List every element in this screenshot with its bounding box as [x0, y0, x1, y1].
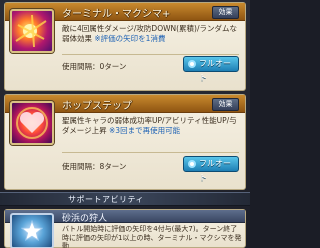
burst-icon	[15, 14, 47, 48]
skill-2-full-auto-button[interactable]: フルオート	[183, 156, 239, 182]
skill-2-icon	[10, 101, 54, 145]
heart-burst-icon	[16, 107, 48, 139]
skill-2-name: ホップステップ	[62, 101, 132, 112]
support-ability-description: バトル開始時に評価の矢印を4付与(最大7)。ターン終了時に評価の矢印が1以上の時…	[62, 225, 242, 248]
support-ability-icon	[10, 213, 54, 248]
skill-2-full-auto-label: フルオート	[199, 159, 231, 182]
radio-dot-icon	[188, 160, 196, 168]
skill-card-1: ターミナル・マクシマ+ 効果 敵に4回属性ダメージ/攻防DOWN(累積)/ランダ…	[4, 2, 246, 91]
skill-1-description: 敵に4回属性ダメージ/攻防DOWN(累積)/ランダムな弱体効果 ※評価の矢印を1…	[62, 24, 242, 44]
skill-2-cooldown: 使用間隔：8ターン	[62, 162, 127, 171]
skill-1-full-auto-button[interactable]: フルオート	[183, 56, 239, 82]
support-ability-card: 砂浜の狩人 バトル開始時に評価の矢印を4付与(最大7)。ターン終了時に評価の矢印…	[4, 209, 246, 248]
skill-1-desc-highlight: ※評価の矢印を1消費	[94, 34, 166, 43]
skill-2-desc-highlight: ※3回まで再使用可能	[109, 126, 181, 135]
radio-dot-icon	[188, 60, 196, 68]
skill-2-description: 聖属性キャラの弱体成功率UP/アビリティ性能UP/与ダメージ上昇 ※3回まで再使…	[62, 116, 242, 136]
ability-detail-screen: ターミナル・マクシマ+ 効果 敵に4回属性ダメージ/攻防DOWN(累積)/ランダ…	[0, 0, 250, 248]
skill-2-divider	[62, 152, 239, 153]
skill-1-effect-button[interactable]: 効果	[212, 6, 239, 19]
skill-1-cooldown: 使用間隔：0ターン	[62, 62, 127, 71]
skill-1-name: ターミナル・マクシマ+	[62, 9, 171, 20]
star-icon	[20, 219, 44, 242]
support-ability-title: サポートアビリティ	[68, 195, 145, 204]
support-ability-name: 砂浜の狩人	[62, 214, 108, 224]
skill-1-icon	[10, 9, 54, 53]
skill-2-effect-button[interactable]: 効果	[212, 98, 239, 111]
skill-card-2: ホップステップ 効果 聖属性キャラの弱体成功率UP/アビリティ性能UP/与ダメー…	[4, 94, 246, 190]
skill-1-full-auto-label: フルオート	[199, 59, 231, 82]
skill-1-divider	[62, 54, 239, 55]
support-ability-banner: サポートアビリティ	[0, 192, 250, 206]
